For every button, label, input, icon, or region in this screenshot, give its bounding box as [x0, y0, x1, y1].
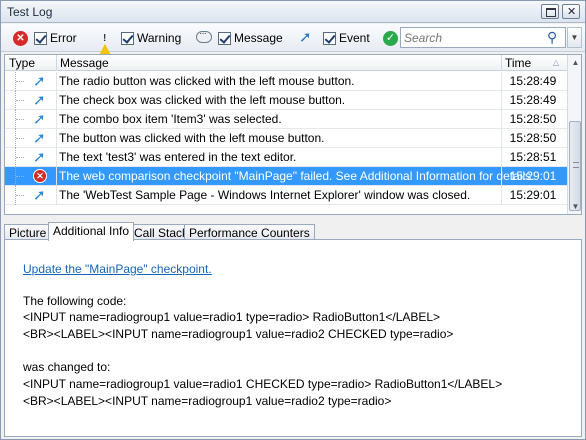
column-message[interactable]: Message	[60, 56, 109, 70]
row-message: The check box was clicked with the left …	[59, 93, 346, 107]
additional-info-panel: Update the "MainPage" checkpoint. The fo…	[4, 239, 582, 437]
detail-tabs: Picture Additional Info Call Stack Perfo…	[4, 222, 582, 241]
cursor-icon: ➚	[33, 111, 46, 128]
details-line: <BR><LABEL><INPUT name=radiogroup1 value…	[23, 394, 392, 408]
filter-event[interactable]: ➚ Event	[299, 29, 370, 47]
cursor-icon: ➚	[33, 149, 46, 166]
cursor-icon: ➚	[33, 92, 46, 109]
filter-message[interactable]: Message	[196, 28, 283, 47]
row-time: 15:28:49	[509, 93, 557, 107]
row-time: 15:28:49	[509, 74, 557, 88]
close-button[interactable]	[562, 4, 580, 19]
details-line: <INPUT name=radiogroup1 value=radio1 typ…	[23, 310, 441, 324]
scroll-down-arrow-icon[interactable]: ▼	[568, 199, 581, 214]
log-grid: Type Message Time △ ➚ The radio button wa…	[4, 54, 582, 215]
cursor-icon: ➚	[33, 130, 46, 147]
table-row[interactable]: ✕ The web comparison checkpoint "MainPage…	[5, 167, 567, 186]
scroll-thumb[interactable]	[569, 121, 581, 211]
vertical-scrollbar[interactable]: ▲ ▼	[567, 55, 581, 214]
filter-error[interactable]: ✕ Error	[13, 29, 77, 47]
tab-additional-info[interactable]: Additional Info	[48, 222, 135, 241]
search-input[interactable]	[404, 30, 544, 45]
table-row[interactable]: ➚ The text 'test3' was entered in the tex…	[5, 148, 567, 167]
message-checkbox[interactable]	[218, 31, 231, 45]
filter-warning[interactable]: ! Warning	[97, 29, 182, 59]
sort-ascending-icon: △	[553, 58, 560, 67]
error-icon: ✕	[13, 30, 28, 46]
column-type[interactable]: Type	[9, 56, 35, 70]
row-time: 15:29:01	[509, 169, 557, 183]
table-row[interactable]: ➚ The 'WebTest Sample Page - Windows Inte…	[5, 186, 567, 205]
table-row[interactable]: ➚ The combo box item 'Item3' was selected…	[5, 110, 567, 129]
filter-toolbar: ✕ Error ! Warning Message ➚ Event ✓ ⚲ ▼	[1, 24, 585, 59]
row-message: The 'WebTest Sample Page - Windows Inter…	[59, 188, 471, 202]
row-time: 15:29:01	[509, 188, 557, 202]
error-checkbox[interactable]	[34, 31, 47, 45]
cursor-icon: ➚	[33, 187, 46, 204]
details-line: <INPUT name=radiogroup1 value=radio1 CHE…	[23, 377, 503, 391]
message-icon	[196, 28, 212, 46]
message-label: Message	[234, 31, 283, 45]
row-message: The text 'test3' was entered in the text…	[59, 150, 297, 164]
row-time: 15:28:50	[509, 131, 557, 145]
row-message: The button was clicked with the left mou…	[59, 131, 325, 145]
row-time: 15:28:50	[509, 112, 557, 126]
error-label: Error	[50, 31, 77, 45]
search-icon[interactable]: ⚲	[547, 29, 557, 46]
row-message: The web comparison checkpoint "MainPage"…	[59, 169, 535, 183]
checkmark-icon: ✓	[383, 30, 398, 46]
maximize-button[interactable]	[541, 4, 559, 19]
details-line: was changed to:	[23, 360, 111, 374]
event-checkbox[interactable]	[323, 31, 336, 45]
title-bar: Test Log	[1, 1, 585, 23]
details-line: The following code:	[23, 294, 127, 308]
column-time[interactable]: Time	[505, 56, 531, 70]
details-line: <BR><LABEL><INPUT name=radiogroup1 value…	[23, 327, 454, 341]
row-time: 15:28:51	[509, 150, 557, 164]
search-dropdown-button[interactable]: ▼	[567, 27, 582, 48]
grid-header: Type Message Time △	[5, 55, 567, 71]
search-box[interactable]: ⚲	[400, 27, 566, 48]
table-row[interactable]: ➚ The radio button was clicked with the l…	[5, 72, 567, 91]
update-checkpoint-link[interactable]: Update the "MainPage" checkpoint.	[23, 262, 212, 276]
row-message: The combo box item 'Item3' was selected.	[59, 112, 282, 126]
table-row[interactable]: ➚ The check box was clicked with the left…	[5, 91, 567, 110]
error-icon: ✕	[33, 169, 48, 184]
table-row[interactable]: ➚ The button was clicked with the left mo…	[5, 129, 567, 148]
warning-icon: !	[97, 30, 113, 59]
cursor-icon: ➚	[33, 73, 46, 90]
scroll-up-arrow-icon[interactable]: ▲	[568, 55, 581, 70]
event-label: Event	[339, 31, 370, 45]
window-title: Test Log	[7, 5, 53, 19]
row-message: The radio button was clicked with the le…	[59, 74, 355, 88]
test-log-window: Test Log ✕ Error ! Warning Message ➚ Eve…	[0, 0, 586, 440]
warning-checkbox[interactable]	[121, 31, 134, 45]
warning-label: Warning	[137, 31, 182, 45]
cursor-icon: ➚	[299, 29, 312, 46]
